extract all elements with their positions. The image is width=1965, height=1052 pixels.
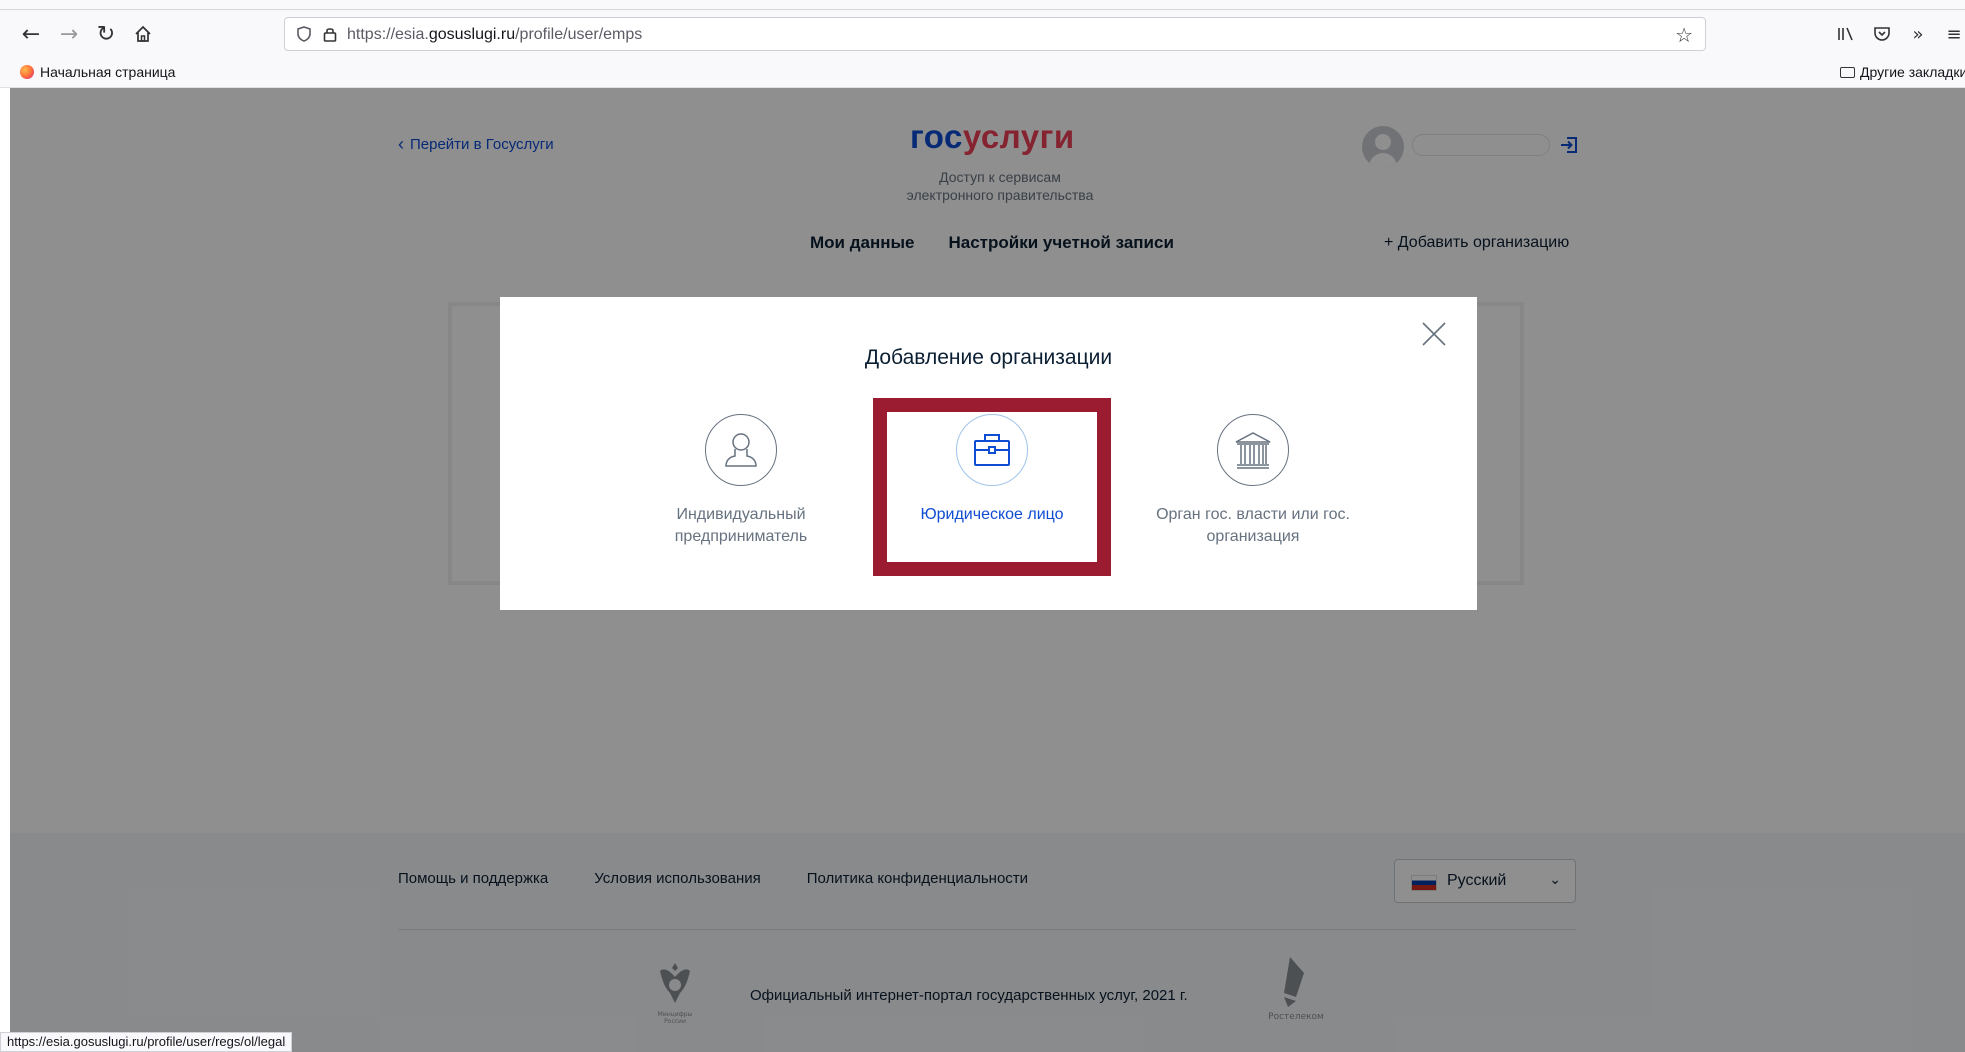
bookmark-other-label: Другие закладки xyxy=(1860,64,1965,80)
person-icon xyxy=(705,414,777,486)
home-icon[interactable] xyxy=(129,20,157,48)
back-arrow-icon[interactable]: ← xyxy=(17,20,45,48)
add-organization-modal: Добавление организации Индивидуальный пр… xyxy=(500,297,1477,610)
library-icon[interactable] xyxy=(1832,20,1860,48)
government-building-icon xyxy=(1217,414,1289,486)
url-text[interactable]: https://esia.gosuslugi.ru/profile/user/e… xyxy=(347,26,642,44)
bookmark-home-label: Начальная страница xyxy=(40,64,176,80)
status-bar-url: https://esia.gosuslugi.ru/profile/user/r… xyxy=(0,1032,293,1052)
option-government-organization[interactable]: Орган гос. власти или гос. организация xyxy=(1138,414,1368,548)
firefox-icon xyxy=(20,65,34,79)
lock-icon[interactable] xyxy=(321,25,339,43)
address-bar[interactable]: https://esia.gosuslugi.ru/profile/user/e… xyxy=(284,17,1706,51)
overflow-chevron-icon[interactable]: » xyxy=(1904,20,1932,48)
forward-arrow-icon[interactable]: → xyxy=(55,20,83,48)
folder-icon xyxy=(1840,66,1855,78)
toolbar-divider xyxy=(0,9,1965,10)
bookmarks-bar: Начальная страница Другие закладки xyxy=(0,58,1965,88)
close-icon[interactable] xyxy=(1421,321,1447,347)
option-individual-entrepreneur[interactable]: Индивидуальный предприниматель xyxy=(626,414,856,548)
menu-icon[interactable]: ≡ xyxy=(1940,20,1965,48)
tracking-shield-icon[interactable] xyxy=(295,25,313,43)
selection-highlight-frame xyxy=(873,398,1111,576)
page: ‹ Перейти в Госуслуги госуслуги Доступ к… xyxy=(10,88,1965,1052)
bookmark-star-icon[interactable]: ☆ xyxy=(1675,23,1693,47)
browser-toolbar: ← → ↻ https://esia.gosuslugi.ru/profile/… xyxy=(0,0,1965,58)
pocket-icon[interactable] xyxy=(1868,20,1896,48)
modal-title: Добавление организации xyxy=(864,346,1113,369)
option-label: Орган гос. власти или гос. организация xyxy=(1156,506,1350,545)
option-label: Индивидуальный предприниматель xyxy=(674,506,808,545)
bookmark-home[interactable]: Начальная страница xyxy=(20,64,175,80)
bookmark-other[interactable]: Другие закладки xyxy=(1840,64,1965,80)
reload-icon[interactable]: ↻ xyxy=(92,20,120,48)
